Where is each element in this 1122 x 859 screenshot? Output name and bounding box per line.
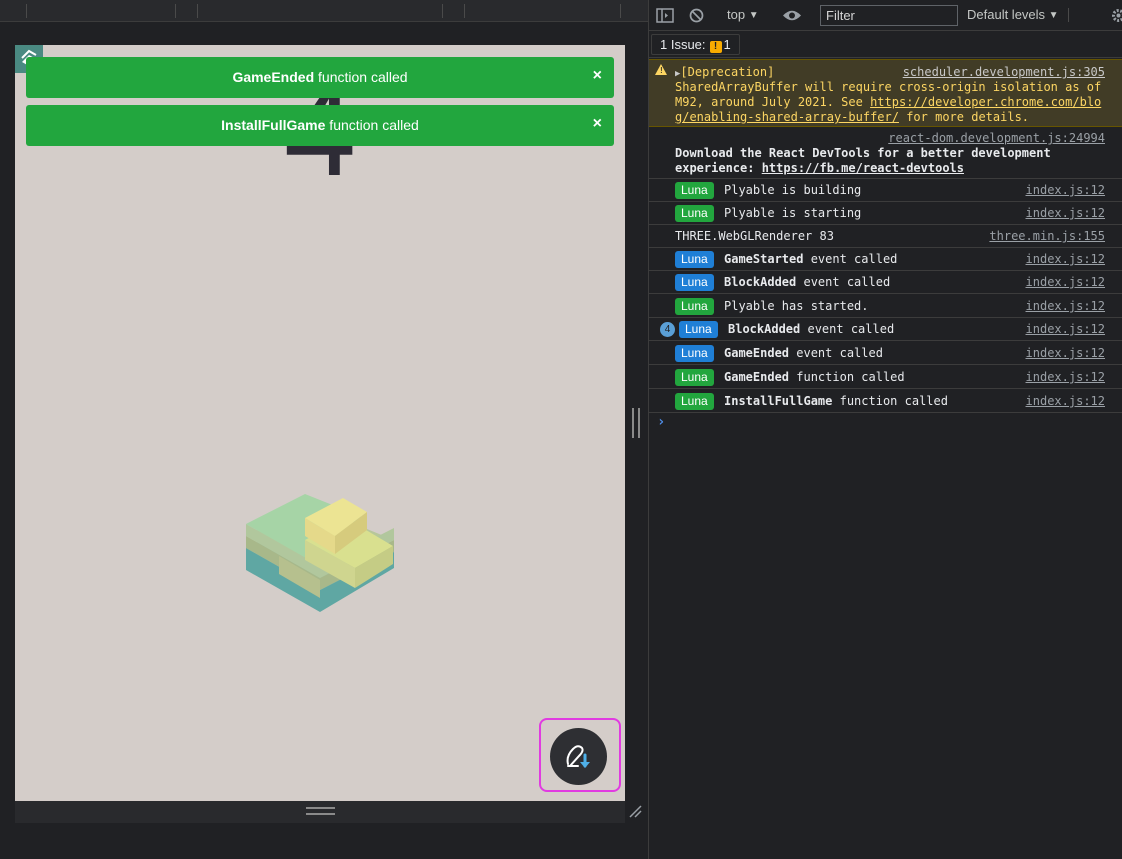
device-preview-pane: 4 GameEnded function called × InstallFul… xyxy=(0,0,648,859)
warning-expand[interactable]: ▶[Deprecation] xyxy=(675,65,774,79)
source-link[interactable]: index.js:12 xyxy=(1026,346,1105,360)
console-message-row[interactable]: Luna GameEnded event called index.js:12 xyxy=(649,342,1122,365)
console-message-row[interactable]: Luna Plyable is building index.js:12 xyxy=(649,179,1122,202)
eye-icon[interactable] xyxy=(782,9,802,22)
message-text: BlockAdded event called xyxy=(728,322,895,336)
context-selector[interactable]: top ▼ xyxy=(727,7,759,22)
toolbar-divider xyxy=(197,4,198,18)
luna-badge: Luna xyxy=(675,298,714,315)
message-text: GameEnded event called xyxy=(724,346,883,360)
highlight-frame xyxy=(539,718,621,792)
message-text: Download the React DevTools for a better… xyxy=(675,146,1051,160)
source-link[interactable]: index.js:12 xyxy=(1026,299,1105,313)
console-message-row[interactable]: Luna GameStarted event called index.js:12 xyxy=(649,248,1122,271)
warning-text: SharedArrayBuffer will require cross-ori… xyxy=(675,80,1102,94)
console-message-row[interactable]: Luna InstallFullGame function called index… xyxy=(649,390,1122,413)
toolbar-divider xyxy=(620,4,621,18)
warning-badge-icon: ! xyxy=(709,41,722,53)
source-link[interactable]: index.js:12 xyxy=(1026,322,1105,336)
message-text: THREE.WebGLRenderer 83 xyxy=(675,229,834,243)
game-viewport[interactable]: 4 GameEnded function called × InstallFul… xyxy=(15,45,625,801)
luna-badge: Luna xyxy=(679,321,718,338)
console-message-row[interactable]: THREE.WebGLRenderer 83 three.min.js:155 xyxy=(649,225,1122,248)
toast-installfullgame: InstallFullGame function called × xyxy=(26,105,614,146)
toolbar-divider xyxy=(26,4,27,18)
deprecation-warning-entry: ! ▶[Deprecation] scheduler.development.j… xyxy=(649,59,1122,127)
console-prompt[interactable]: › xyxy=(657,414,665,430)
console-message-row[interactable]: Luna GameEnded function called index.js:12 xyxy=(649,366,1122,389)
filter-input[interactable]: Filter xyxy=(820,5,958,26)
toolbar-divider xyxy=(442,4,443,18)
message-text: Plyable is building xyxy=(724,183,862,197)
device-toolbar xyxy=(0,0,648,22)
warning-text: g/enabling-shared-array-buffer/ for more… xyxy=(675,110,1030,124)
source-link[interactable]: react-dom.development.js:24994 xyxy=(888,131,1105,145)
warning-url-link[interactable]: https://developer.chrome.com/blo xyxy=(870,95,1101,109)
toolbar-divider xyxy=(464,4,465,18)
settings-gear-icon[interactable] xyxy=(1111,8,1122,23)
luna-badge: Luna xyxy=(675,345,714,362)
close-icon[interactable]: × xyxy=(593,67,602,85)
message-text: GameEnded function called xyxy=(724,370,905,384)
console-message-row[interactable]: Luna Plyable is starting index.js:12 xyxy=(649,202,1122,225)
luna-badge: Luna xyxy=(675,393,714,410)
source-link[interactable]: index.js:12 xyxy=(1026,370,1105,384)
pane-split-handle[interactable] xyxy=(632,408,640,438)
console-message-row[interactable]: Luna BlockAdded event called index.js:12 xyxy=(649,271,1122,294)
luna-badge: Luna xyxy=(675,369,714,386)
message-text: GameStarted event called xyxy=(724,252,898,266)
warning-source-link[interactable]: scheduler.development.js:305 xyxy=(903,65,1105,79)
luna-badge: Luna xyxy=(675,274,714,291)
luna-badge: Luna xyxy=(675,182,714,199)
repeat-count-badge: 4 xyxy=(660,322,675,337)
sidebar-toggle-icon[interactable] xyxy=(656,8,674,23)
corner-resize-icon[interactable] xyxy=(628,804,642,818)
stacked-blocks-tower xyxy=(246,494,394,612)
toast-gameended: GameEnded function called × xyxy=(26,57,614,98)
toast-message: InstallFullGame function called xyxy=(221,117,419,133)
toolbar-divider xyxy=(1068,8,1069,22)
source-link[interactable]: index.js:12 xyxy=(1026,206,1105,220)
luna-badge: Luna xyxy=(675,251,714,268)
message-text: BlockAdded event called xyxy=(724,275,891,289)
issues-bar: 1 Issue:! 1 xyxy=(649,31,1122,58)
source-link[interactable]: three.min.js:155 xyxy=(989,229,1105,243)
console-panel: top ▼ Filter Default levels ▼ 1 Issue:! 1… xyxy=(649,0,1122,859)
clear-console-icon[interactable] xyxy=(689,8,704,23)
console-toolbar: top ▼ Filter Default levels ▼ xyxy=(649,0,1122,31)
log-levels-dropdown[interactable]: Default levels ▼ xyxy=(967,7,1059,22)
close-icon[interactable]: × xyxy=(593,115,602,133)
source-link[interactable]: index.js:12 xyxy=(1026,252,1105,266)
console-message-row[interactable]: 4 Luna BlockAdded event called index.js:12 xyxy=(649,318,1122,341)
issues-button[interactable]: 1 Issue:! 1 xyxy=(651,34,740,55)
react-devtools-link[interactable]: https://fb.me/react-devtools xyxy=(762,161,964,175)
source-link[interactable]: index.js:12 xyxy=(1026,275,1105,289)
react-devtools-message: react-dom.development.js:24994 Download … xyxy=(649,127,1122,179)
toolbar-divider xyxy=(175,4,176,18)
message-text: experience: https://fb.me/react-devtools xyxy=(675,161,964,175)
warning-text: M92, around July 2021. See https://devel… xyxy=(675,95,1102,109)
warning-url-link[interactable]: g/enabling-shared-array-buffer/ xyxy=(675,110,899,124)
toast-message: GameEnded function called xyxy=(232,69,408,85)
console-message-row[interactable]: Luna Plyable has started. index.js:12 xyxy=(649,295,1122,318)
source-link[interactable]: index.js:12 xyxy=(1026,183,1105,197)
message-text: Plyable has started. xyxy=(724,299,869,313)
source-link[interactable]: index.js:12 xyxy=(1026,394,1105,408)
message-text: InstallFullGame function called xyxy=(724,394,948,408)
resize-handle-icon[interactable] xyxy=(306,807,335,815)
luna-badge: Luna xyxy=(675,205,714,222)
message-text: Plyable is starting xyxy=(724,206,862,220)
